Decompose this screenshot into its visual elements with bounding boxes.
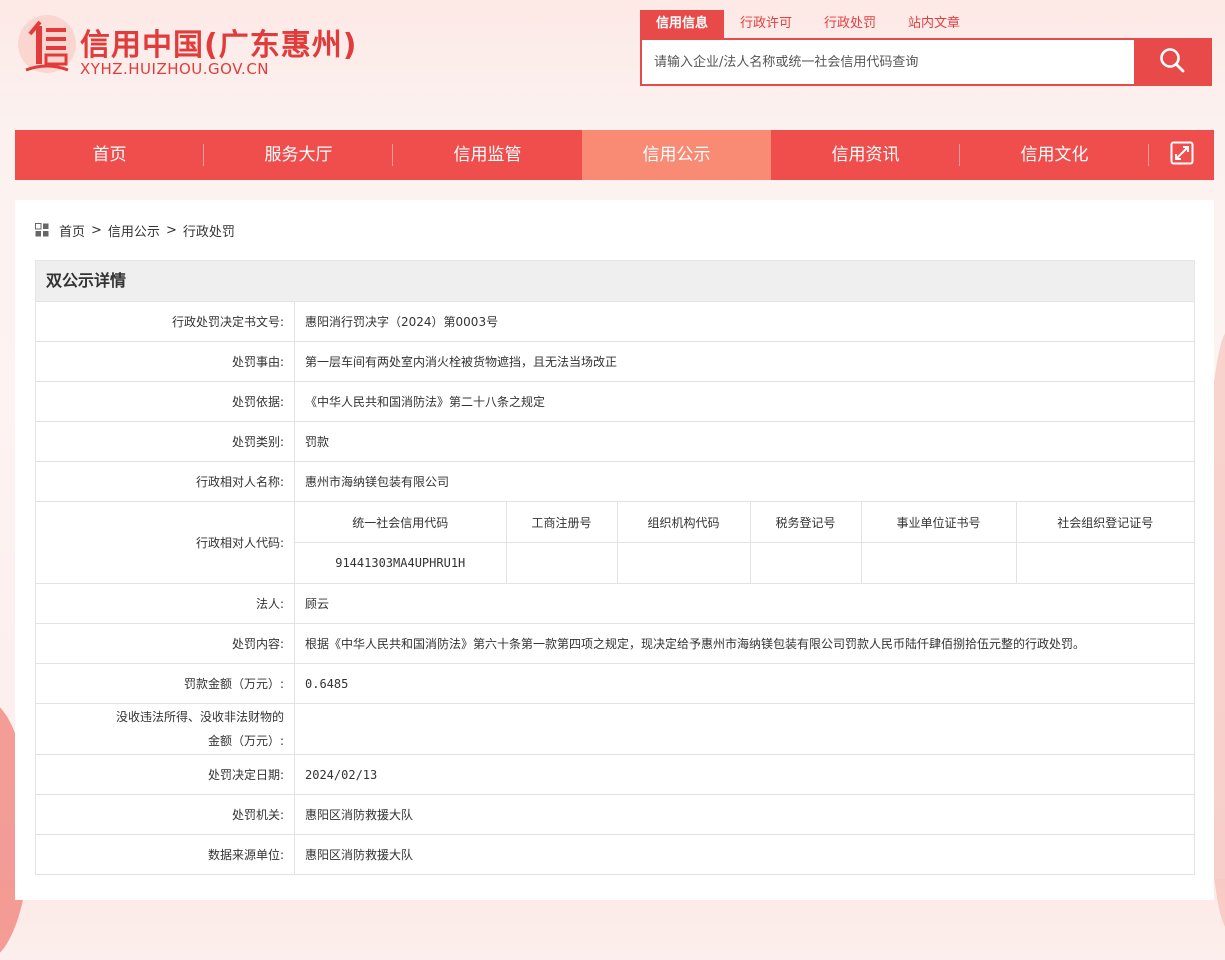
field-label: 处罚类别:: [35, 421, 295, 462]
field-value: 惠阳区消防救援大队: [294, 834, 1195, 875]
detail-row: 没收违法所得、没收非法财物的 金额（万元）:: [35, 703, 1195, 755]
field-label: 行政处罚决定书文号:: [35, 301, 295, 342]
detail-panel: 双公示详情 行政处罚决定书文号: 惠阳消行罚决字（2024）第0003号 处罚事…: [35, 260, 1195, 875]
search-tab-admin-license[interactable]: 行政许可: [724, 10, 808, 38]
field-label: 数据来源单位:: [35, 834, 295, 875]
field-label: 处罚机关:: [35, 794, 295, 835]
detail-row: 行政处罚决定书文号: 惠阳消行罚决字（2024）第0003号: [35, 301, 1195, 342]
field-label-line: 没收违法所得、没收非法财物的: [115, 710, 284, 724]
field-value: 根据《中华人民共和国消防法》第六十条第一款第四项之规定，现决定给予惠州市海纳镁包…: [294, 623, 1195, 664]
expand-icon: [1170, 141, 1194, 169]
field-label: 处罚内容:: [35, 623, 295, 664]
site-domain: XYHZ.HUIZHOU.GOV.CN: [80, 60, 270, 78]
field-value: 第一层车间有两处室内消火栓被货物遮挡，且无法当场改正: [294, 341, 1195, 382]
detail-row: 处罚内容: 根据《中华人民共和国消防法》第六十条第一款第四项之规定，现决定给予惠…: [35, 623, 1195, 664]
search-input[interactable]: [642, 40, 1136, 84]
grid-icon: [35, 223, 49, 237]
field-label-line: 金额（万元）:: [207, 734, 284, 748]
codes-table: 统一社会信用代码 工商注册号 组织机构代码 税务登记号 事业单位证书号 社会组织…: [295, 502, 1194, 583]
site-title: 信用中国(广东惠州): [80, 28, 358, 63]
codes-value: [505, 542, 618, 583]
field-value: [294, 703, 1195, 755]
search-button[interactable]: [1134, 40, 1210, 84]
detail-row: 数据来源单位: 惠阳区消防救援大队: [35, 834, 1195, 875]
codes-value: [616, 542, 751, 583]
panel-title: 双公示详情: [35, 260, 1195, 301]
detail-row: 处罚类别: 罚款: [35, 421, 1195, 462]
breadcrumb: 首页 > 信用公示 > 行政处罚: [35, 221, 235, 240]
codes-header: 组织机构代码: [616, 502, 751, 543]
field-value: 顾云: [294, 583, 1195, 624]
field-label: 行政相对人名称:: [35, 461, 295, 502]
codes-value: 91441303MA4UPHRU1H: [295, 542, 507, 583]
field-value: 惠阳区消防救援大队: [294, 794, 1195, 835]
codes-header-row: 统一社会信用代码 工商注册号 组织机构代码 税务登记号 事业单位证书号 社会组织…: [295, 502, 1194, 543]
search-tab-credit-info[interactable]: 信用信息: [640, 10, 725, 38]
detail-row: 处罚依据: 《中华人民共和国消防法》第二十八条之规定: [35, 381, 1195, 422]
nav-expand-button[interactable]: [1149, 130, 1214, 180]
codes-value: [1015, 542, 1194, 583]
detail-row: 法人: 顾云: [35, 583, 1195, 624]
breadcrumb-credit-publicity[interactable]: 信用公示: [108, 221, 160, 240]
detail-row: 行政相对人名称: 惠州市海纳镁包装有限公司: [35, 461, 1195, 502]
detail-row: 处罚决定日期: 2024/02/13: [35, 754, 1195, 795]
search-tab-site-articles[interactable]: 站内文章: [892, 10, 976, 38]
codes-value-row: 91441303MA4UPHRU1H: [295, 542, 1194, 583]
codes-header: 税务登记号: [749, 502, 862, 543]
breadcrumb-separator: >: [91, 222, 102, 238]
main-nav: 首页 服务大厅 信用监管 信用公示 信用资讯 信用文化: [15, 130, 1214, 180]
codes-value: [749, 542, 862, 583]
field-value: 惠阳消行罚决字（2024）第0003号: [294, 301, 1195, 342]
field-label: 处罚决定日期:: [35, 754, 295, 795]
search-tab-admin-penalty[interactable]: 行政处罚: [808, 10, 892, 38]
field-value: 2024/02/13: [294, 754, 1195, 795]
codes-value: [860, 542, 1017, 583]
search-icon: [1158, 46, 1186, 78]
codes-header: 社会组织登记证号: [1015, 502, 1194, 543]
field-label: 处罚事由:: [35, 341, 295, 382]
breadcrumb-home[interactable]: 首页: [59, 221, 85, 240]
field-label: 行政相对人代码:: [35, 501, 295, 584]
detail-row: 罚款金额（万元）: 0.6485: [35, 663, 1195, 704]
field-value: 《中华人民共和国消防法》第二十八条之规定: [294, 381, 1195, 422]
breadcrumb-separator: >: [165, 222, 177, 238]
field-label: 没收违法所得、没收非法财物的 金额（万元）:: [35, 703, 295, 755]
xin-logo-icon[interactable]: [16, 12, 78, 82]
detail-row-codes: 行政相对人代码: 统一社会信用代码 工商注册号 组织机构代码 税务登记号 事业单…: [35, 501, 1195, 584]
codes-header: 工商注册号: [505, 502, 618, 543]
nav-item-service-hall[interactable]: 服务大厅: [204, 130, 393, 180]
content-panel: 首页 > 信用公示 > 行政处罚 双公示详情 行政处罚决定书文号: 惠阳消行罚决…: [15, 200, 1214, 900]
codes-header: 事业单位证书号: [860, 502, 1017, 543]
search-tabs: 信用信息 行政许可 行政处罚 站内文章: [640, 10, 976, 38]
field-value: 罚款: [294, 421, 1195, 462]
field-value: 0.6485: [294, 663, 1195, 704]
field-label: 处罚依据:: [35, 381, 295, 422]
field-label: 罚款金额（万元）:: [35, 663, 295, 704]
nav-item-credit-news[interactable]: 信用资讯: [771, 130, 960, 180]
nav-item-credit-supervision[interactable]: 信用监管: [393, 130, 582, 180]
nav-item-credit-culture[interactable]: 信用文化: [960, 130, 1149, 180]
field-label: 法人:: [35, 583, 295, 624]
breadcrumb-admin-penalty[interactable]: 行政处罚: [183, 221, 235, 240]
detail-row: 处罚机关: 惠阳区消防救援大队: [35, 794, 1195, 835]
field-value: 惠州市海纳镁包装有限公司: [294, 461, 1195, 502]
search-box: [640, 38, 1212, 86]
codes-header: 统一社会信用代码: [295, 502, 507, 543]
detail-table: 行政处罚决定书文号: 惠阳消行罚决字（2024）第0003号 处罚事由: 第一层…: [35, 301, 1195, 875]
detail-row: 处罚事由: 第一层车间有两处室内消火栓被货物遮挡，且无法当场改正: [35, 341, 1195, 382]
nav-item-home[interactable]: 首页: [15, 130, 204, 180]
nav-item-credit-publicity[interactable]: 信用公示: [582, 130, 771, 180]
codes-cell: 统一社会信用代码 工商注册号 组织机构代码 税务登记号 事业单位证书号 社会组织…: [294, 501, 1195, 584]
